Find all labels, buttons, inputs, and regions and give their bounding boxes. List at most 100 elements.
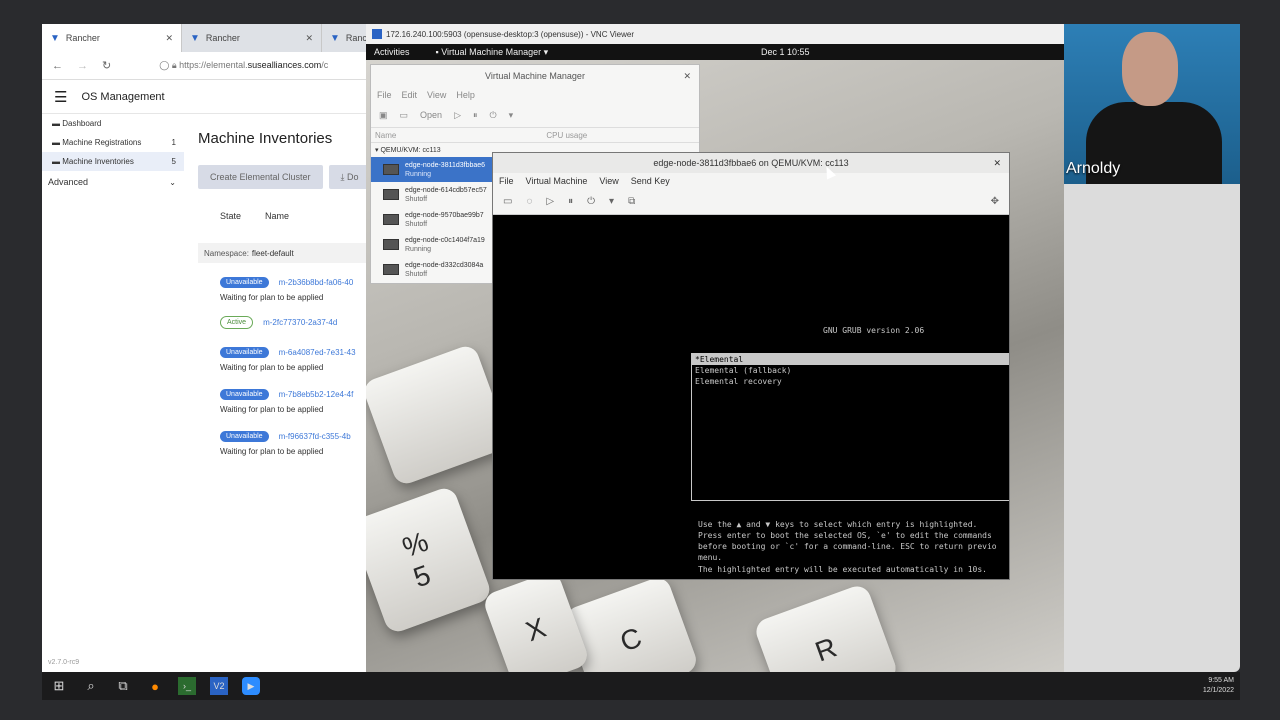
- machine-link[interactable]: m-6a4087ed-7e31-43: [279, 348, 356, 357]
- table-row[interactable]: Unavailable m-6a4087ed-7e31-43: [198, 341, 372, 363]
- wallpaper-key: % 5: [366, 484, 494, 636]
- back-icon[interactable]: ←: [52, 60, 63, 72]
- table-row[interactable]: Active m-2fc77370-2a37-4d: [198, 311, 372, 333]
- screenshot-icon[interactable]: ⧉: [628, 196, 635, 207]
- pause-icon[interactable]: ⏸: [473, 110, 478, 121]
- address-bar: ← → ↻ ◯ 🔒︎ https://elemental.suseallianc…: [42, 52, 372, 80]
- app-menu[interactable]: ▪ Virtual Machine Manager ▾: [436, 47, 549, 58]
- menu-edit[interactable]: Edit: [402, 90, 418, 100]
- webcam-overlay: Arnoldy: [1064, 24, 1240, 184]
- power-icon[interactable]: ⏻: [587, 196, 595, 207]
- task-view-icon[interactable]: ⧉: [114, 677, 132, 695]
- table-header: State Name: [198, 203, 372, 229]
- table-row[interactable]: Unavailable m-7b8eb5b2-12e4-4f: [198, 383, 372, 405]
- browser-tab[interactable]: ▼ Rancher ✕: [42, 24, 182, 52]
- monitor-icon[interactable]: ▭: [503, 196, 512, 207]
- vnc-viewer-icon[interactable]: V2: [210, 677, 228, 695]
- folder-icon: ▬: [52, 138, 63, 147]
- close-icon[interactable]: ✕: [165, 33, 173, 44]
- vm-monitor-icon: [383, 164, 399, 175]
- create-cluster-button[interactable]: Create Elemental Cluster: [198, 165, 323, 189]
- menu-virtual-machine[interactable]: Virtual Machine: [526, 176, 588, 186]
- row-note: Waiting for plan to be applied: [220, 363, 324, 372]
- chevron-down-icon[interactable]: ▾: [509, 110, 514, 121]
- new-vm-icon[interactable]: ▣: [379, 110, 388, 121]
- vmm-menubar: File Edit View Help: [371, 87, 699, 103]
- browser-tab-bar: ▼ Rancher ✕ ▼ Rancher ✕ ▼ Ranch: [42, 24, 372, 52]
- lightbulb-icon[interactable]: ◌: [526, 196, 532, 207]
- sidebar: ▬ Dashboard ▬ Machine Registrations 1 ▬ M…: [42, 114, 184, 193]
- machine-link[interactable]: m-2fc77370-2a37-4d: [263, 318, 337, 327]
- machine-link[interactable]: m-2b36b8bd-fa06-40: [279, 278, 354, 287]
- activities-button[interactable]: Activities: [374, 47, 410, 57]
- console-menubar: File Virtual Machine View Send Key: [493, 173, 1009, 189]
- firefox-icon[interactable]: ●: [146, 677, 164, 695]
- status-badge: Active: [220, 315, 254, 329]
- sidebar-item-dashboard[interactable]: ▬ Dashboard: [42, 114, 184, 133]
- grub-entry[interactable]: Elemental recovery: [692, 376, 1009, 387]
- power-icon[interactable]: ⏻: [490, 110, 497, 121]
- column-name[interactable]: Name: [265, 211, 289, 221]
- grub-version: GNU GRUB version 2.06: [823, 326, 925, 335]
- main-content: Machine Inventories Create Elemental Clu…: [198, 114, 372, 461]
- presenter-name: Arnoldy: [1066, 160, 1121, 177]
- table-row[interactable]: Unavailable m-f96637fd-c355-4b: [198, 425, 372, 447]
- terminal-icon[interactable]: ›_: [178, 677, 196, 695]
- table-row[interactable]: Unavailable m-2b36b8bd-fa06-40: [198, 271, 372, 293]
- machine-link[interactable]: m-f96637fd-c355-4b: [279, 432, 351, 441]
- vnc-title-bar: 172.16.240.100:5903 (opensuse-desktop:3 …: [366, 24, 1064, 44]
- menu-send-key[interactable]: Send Key: [631, 176, 670, 186]
- download-button[interactable]: ⤓ Do: [328, 165, 371, 189]
- search-icon[interactable]: ⌕: [82, 677, 100, 695]
- windows-start-icon[interactable]: ⊞: [50, 677, 68, 695]
- url-field[interactable]: ◯ 🔒︎ https://elemental.susealliances.com…: [159, 60, 328, 71]
- shield-icon: ◯: [159, 60, 170, 70]
- monitor-icon[interactable]: ▭: [400, 110, 409, 121]
- close-icon[interactable]: ✕: [305, 33, 313, 44]
- forward-icon[interactable]: →: [77, 60, 88, 72]
- gnome-top-bar: Activities ▪ Virtual Machine Manager ▾ D…: [366, 44, 1064, 60]
- grub-help: Use the ▲ and ▼ keys to select which ent…: [698, 520, 997, 562]
- play-icon[interactable]: ▷: [546, 196, 554, 207]
- browser-tab[interactable]: ▼ Ranch: [322, 24, 372, 52]
- grub-entry[interactable]: Elemental (fallback): [692, 365, 1009, 376]
- menu-icon[interactable]: ☰: [54, 88, 67, 106]
- sidebar-item-machine-registrations[interactable]: ▬ Machine Registrations 1: [42, 133, 184, 152]
- grub-entry[interactable]: *Elemental: [692, 354, 1009, 365]
- clock[interactable]: Dec 1 10:55: [761, 47, 810, 57]
- row-note: Waiting for plan to be applied: [220, 405, 324, 414]
- sidebar-group-advanced[interactable]: Advanced ⌄: [42, 171, 184, 193]
- status-badge: Unavailable: [220, 276, 269, 288]
- column-state[interactable]: State: [220, 211, 241, 221]
- menu-view[interactable]: View: [427, 90, 446, 100]
- play-icon[interactable]: ▷: [454, 110, 461, 121]
- machine-link[interactable]: m-7b8eb5b2-12e4-4f: [279, 390, 354, 399]
- lock-icon: 🔒︎: [171, 60, 177, 70]
- menu-help[interactable]: Help: [456, 90, 475, 100]
- reload-icon[interactable]: ↻: [102, 59, 111, 72]
- close-icon[interactable]: ✕: [683, 71, 691, 82]
- sidebar-item-machine-inventories[interactable]: ▬ Machine Inventories 5: [42, 152, 184, 171]
- status-badge: Unavailable: [220, 346, 269, 358]
- vm-monitor-icon: [383, 189, 399, 200]
- vm-console-window: edge-node-3811d3fbbae6 on QEMU/KVM: cc11…: [492, 152, 1010, 580]
- folder-icon: ▬: [52, 119, 63, 128]
- vm-list-header: Name CPU usage: [371, 127, 699, 143]
- zoom-icon[interactable]: ▶: [242, 677, 260, 695]
- chevron-down-icon[interactable]: ▾: [609, 196, 614, 207]
- close-icon[interactable]: ✕: [993, 158, 1001, 169]
- open-button[interactable]: Open: [420, 110, 442, 120]
- status-badge: Unavailable: [220, 430, 269, 442]
- status-badge: Unavailable: [220, 388, 269, 400]
- app-header: ☰ OS Management: [42, 80, 372, 114]
- system-clock[interactable]: 9:55 AM 12/1/2022: [1203, 676, 1234, 696]
- browser-tab[interactable]: ▼ Rancher ✕: [182, 24, 322, 52]
- fullscreen-icon[interactable]: ✥: [991, 196, 999, 207]
- vmm-toolbar: ▣ ▭ Open ▷ ⏸ ⏻ ▾: [371, 103, 699, 127]
- menu-file[interactable]: File: [499, 176, 514, 186]
- vm-monitor-icon: [383, 239, 399, 250]
- pause-icon[interactable]: ⏸: [568, 196, 573, 207]
- menu-file[interactable]: File: [377, 90, 392, 100]
- menu-view[interactable]: View: [599, 176, 618, 186]
- folder-icon: ▬: [52, 157, 63, 166]
